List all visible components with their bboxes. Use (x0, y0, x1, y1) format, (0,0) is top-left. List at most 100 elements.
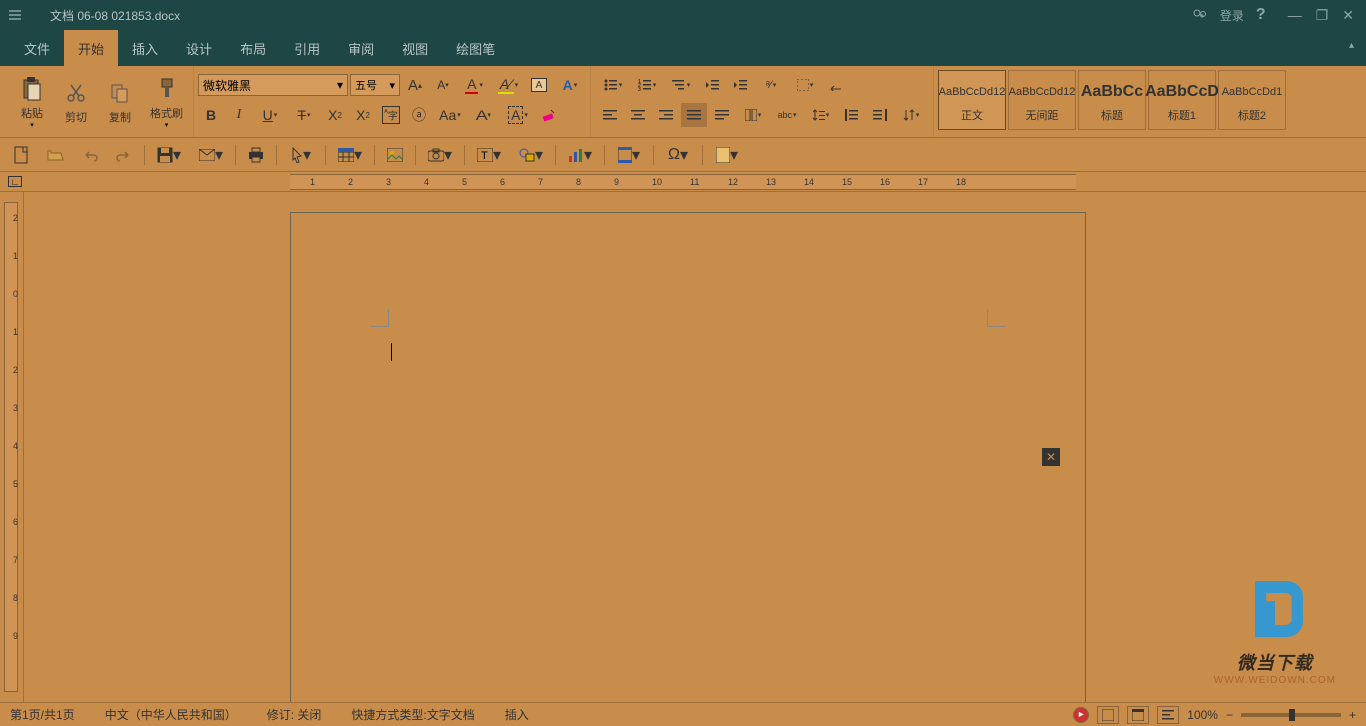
align-right-button[interactable] (653, 103, 679, 127)
strikethrough-button[interactable]: T▾ (288, 103, 320, 127)
columns-button[interactable]: ▾ (737, 103, 769, 127)
text-direction-button[interactable]: ᵃ⁄▾ (755, 73, 787, 97)
tab-home[interactable]: 开始 (64, 30, 118, 66)
style-item-0[interactable]: AaBbCcDd12正文 (938, 70, 1006, 130)
distribute-button[interactable] (709, 103, 735, 127)
page[interactable] (290, 212, 1086, 702)
zoom-out-button[interactable]: − (1226, 708, 1233, 722)
subscript-button[interactable]: X2 (322, 103, 348, 127)
chart-button[interactable]: ▾ (562, 142, 598, 168)
format-painter-button[interactable]: 格式刷 ▾ (142, 70, 191, 133)
para-indent-right-button[interactable] (867, 103, 893, 127)
underline-button[interactable]: U▾ (254, 103, 286, 127)
decrease-font-button[interactable]: A▾ (430, 73, 456, 97)
align-center-button[interactable] (625, 103, 651, 127)
login-button[interactable]: 登录 (1220, 7, 1244, 24)
change-case-button[interactable]: Aa▾ (434, 103, 466, 127)
paste-button[interactable]: 粘贴 ▾ (10, 70, 54, 133)
cut-button[interactable]: 剪切 (54, 70, 98, 133)
show-marks-button[interactable] (823, 73, 849, 97)
screenshot-button[interactable]: ▾ (422, 142, 458, 168)
app-menu-button[interactable] (0, 0, 30, 30)
tab-draw[interactable]: 绘图笔 (442, 30, 509, 66)
justify-button[interactable] (681, 103, 707, 127)
header-footer-button[interactable]: ▾ (611, 142, 647, 168)
align-left-button[interactable] (597, 103, 623, 127)
tab-design[interactable]: 设计 (172, 30, 226, 66)
italic-button[interactable]: I (226, 103, 252, 127)
style-item-1[interactable]: AaBbCcDd12无间距 (1008, 70, 1076, 130)
style-item-3[interactable]: AaBbCcD标题1 (1148, 70, 1216, 130)
focus-view-button[interactable]: ▸ (1073, 707, 1089, 723)
select-button[interactable]: ▾ (283, 142, 319, 168)
zoom-slider[interactable] (1241, 713, 1341, 717)
share-icon[interactable] (1192, 8, 1208, 22)
page-color-button[interactable]: ▾ (709, 142, 745, 168)
panel-close-button[interactable]: ✕ (1042, 448, 1060, 466)
minimize-button[interactable]: — (1288, 7, 1302, 24)
bold-button[interactable]: B (198, 103, 224, 127)
undo-button[interactable] (76, 142, 104, 168)
document-area[interactable]: ✕ (24, 192, 1366, 702)
tab-review[interactable]: 审阅 (334, 30, 388, 66)
tab-view[interactable]: 视图 (388, 30, 442, 66)
numbering-button[interactable]: 123▾ (631, 73, 663, 97)
font-color-button[interactable]: A▾ (458, 73, 490, 97)
tab-reference[interactable]: 引用 (280, 30, 334, 66)
increase-font-button[interactable]: A▴ (402, 73, 428, 97)
char-scaling-button[interactable]: A▾ (468, 103, 500, 127)
vertical-ruler[interactable]: 210123456789 (0, 192, 24, 702)
insert-mode[interactable]: 插入 (505, 706, 529, 723)
text-effects-button[interactable]: A▾ (554, 73, 586, 97)
mail-button[interactable]: ▾ (193, 142, 229, 168)
open-file-button[interactable] (42, 142, 70, 168)
font-family-select[interactable]: 微软雅黑 ▾ (198, 74, 348, 96)
char-spacing-button[interactable]: abc▾ (771, 103, 803, 127)
copy-button[interactable]: 复制 (98, 70, 142, 133)
tab-file[interactable]: 文件 (10, 30, 64, 66)
table-button[interactable]: ▾ (332, 142, 368, 168)
line-spacing-button[interactable]: ▾ (805, 103, 837, 127)
superscript-button[interactable]: X2 (350, 103, 376, 127)
para-indent-left-button[interactable] (839, 103, 865, 127)
page-count[interactable]: 第1页/共1页 (10, 706, 75, 723)
track-changes-status[interactable]: 修订: 关闭 (267, 706, 322, 723)
zoom-in-button[interactable]: + (1349, 708, 1356, 722)
maximize-button[interactable]: ❐ (1316, 7, 1329, 24)
increase-indent-button[interactable] (727, 73, 753, 97)
outline-view-button[interactable] (1157, 706, 1179, 724)
close-window-button[interactable]: ✕ (1342, 7, 1354, 24)
help-button[interactable]: ? (1256, 6, 1266, 24)
save-button[interactable]: ▾ (151, 142, 187, 168)
ribbon-collapse-button[interactable]: ▴ (1349, 40, 1354, 51)
font-size-select[interactable]: 五号 ▾ (350, 74, 400, 96)
tab-stop-button[interactable]: ∟ (8, 176, 22, 187)
textbox-button[interactable]: T▾ (471, 142, 507, 168)
horizontal-ruler[interactable]: ∟ 123456789101112131415161718 (0, 172, 1366, 192)
phonetic-button[interactable]: ᴬ字 (378, 103, 404, 127)
tab-layout[interactable]: 布局 (226, 30, 280, 66)
char-shading-button[interactable]: A (526, 73, 552, 97)
style-item-2[interactable]: AaBbCc标题 (1078, 70, 1146, 130)
new-file-button[interactable] (8, 142, 36, 168)
sort-button[interactable]: ▾ (895, 103, 927, 127)
picture-button[interactable] (381, 142, 409, 168)
web-layout-button[interactable] (1127, 706, 1149, 724)
redo-button[interactable] (110, 142, 138, 168)
shortcut-mode[interactable]: 快捷方式类型:文字文档 (351, 706, 474, 723)
shapes-button[interactable]: ▾ (513, 142, 549, 168)
multilevel-list-button[interactable]: ▾ (665, 73, 697, 97)
borders-button[interactable]: ▾ (789, 73, 821, 97)
tab-insert[interactable]: 插入 (118, 30, 172, 66)
enclose-char-button[interactable]: ⓐ (406, 103, 432, 127)
clear-format-button[interactable] (536, 103, 562, 127)
print-layout-button[interactable] (1097, 706, 1119, 724)
decrease-indent-button[interactable] (699, 73, 725, 97)
highlight-color-button[interactable]: A⁄▾ (492, 73, 524, 97)
bullets-button[interactable]: ▾ (597, 73, 629, 97)
print-button[interactable] (242, 142, 270, 168)
language-status[interactable]: 中文（中华人民共和国） (105, 706, 237, 723)
symbol-button[interactable]: Ω▾ (660, 142, 696, 168)
style-item-4[interactable]: AaBbCcDd1标题2 (1218, 70, 1286, 130)
char-border-button[interactable]: A▾ (502, 103, 534, 127)
